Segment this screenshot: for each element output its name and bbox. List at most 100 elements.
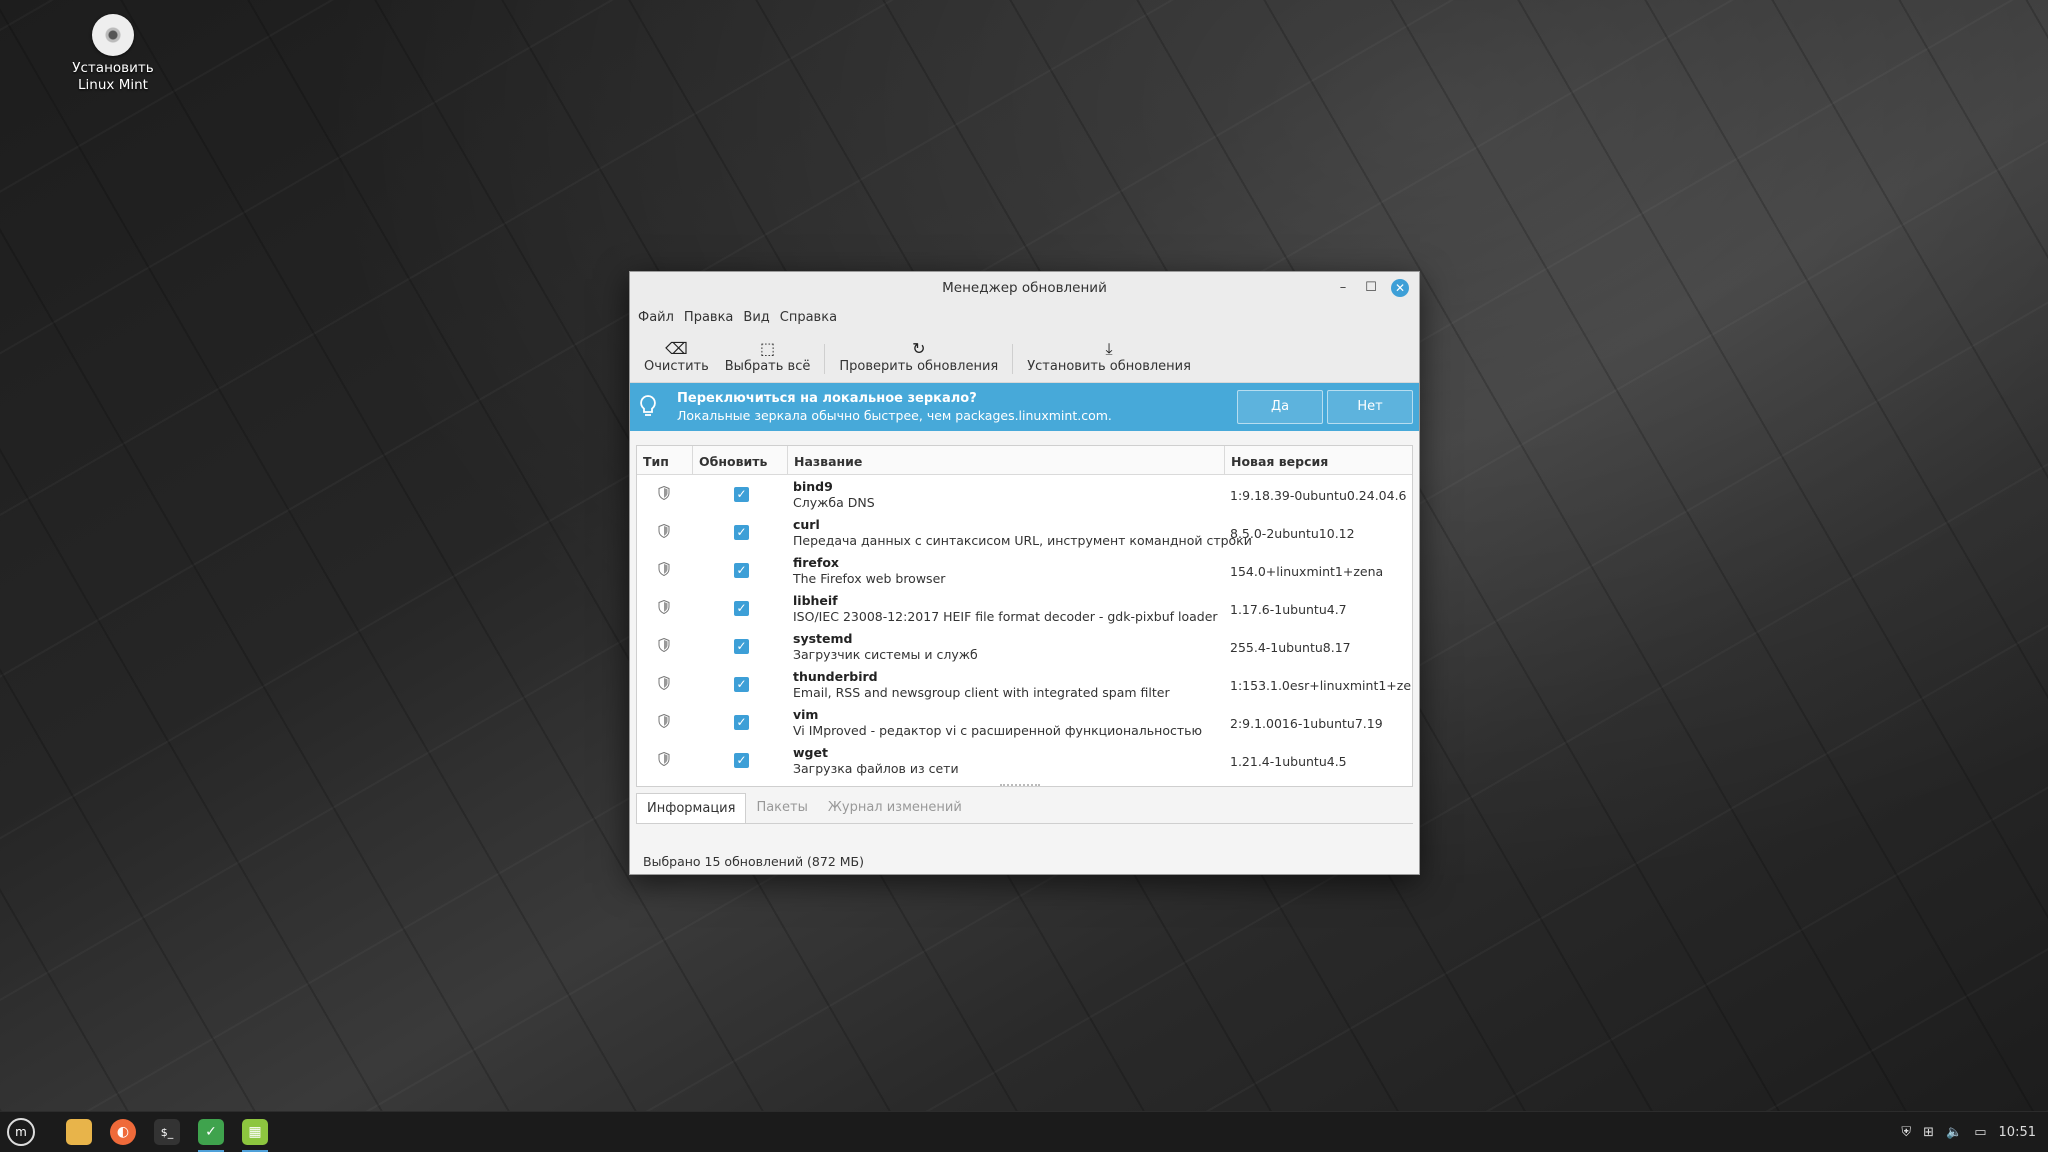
check-updates-label: Проверить обновления (839, 359, 999, 374)
taskbar-firefox[interactable]: ◐ (106, 1116, 140, 1148)
tab-info[interactable]: Информация (636, 793, 747, 823)
table-header: Тип Обновить Название Новая версия (637, 446, 1412, 475)
name-cell: curl Передача данных с синтаксисом URL, и… (788, 513, 1252, 551)
update-shield-tray-icon[interactable]: ⛨ (1901, 1125, 1911, 1140)
column-name[interactable]: Название (788, 446, 1225, 474)
details-tabs: Информация Пакеты Журнал изменений (636, 793, 1413, 824)
update-manager-window: Менеджер обновлений – ☐ ✕ Файл Правка Ви… (629, 271, 1420, 875)
clear-button[interactable]: ⌫ Очистить (636, 339, 717, 382)
mint-menu-button[interactable]: m (4, 1116, 38, 1148)
disc-icon (92, 14, 134, 56)
table-row[interactable]: ✓ bind9 Служба DNS 1:9.18.39-0ubuntu0.24.04… (637, 475, 1412, 513)
select-all-icon: ⬚ (760, 339, 776, 358)
update-checkbox[interactable]: ✓ (734, 677, 749, 692)
column-new-version[interactable]: Новая версия (1225, 446, 1412, 474)
update-checkbox[interactable]: ✓ (734, 487, 749, 502)
yes-button[interactable]: Да (1237, 390, 1323, 424)
package-version: 154.0+linuxmint1+zena (1230, 564, 1384, 579)
package-version: 8.5.0-2ubuntu10.12 (1230, 526, 1355, 541)
security-shield-icon (658, 638, 670, 652)
toolbar-separator (1012, 344, 1014, 374)
security-shield-icon (658, 524, 670, 538)
install-updates-button[interactable]: ⤓ Установить обновления (1019, 339, 1199, 382)
shield-icon: ✓ (198, 1119, 224, 1145)
close-button[interactable]: ✕ (1391, 279, 1409, 297)
folder-icon (66, 1119, 92, 1145)
table-body: ✓ bind9 Служба DNS 1:9.18.39-0ubuntu0.24.04… (637, 475, 1412, 779)
terminal-icon: $_ (154, 1119, 180, 1145)
select-all-button[interactable]: ⬚ Выбрать всё (717, 339, 819, 382)
package-name: bind9 (793, 479, 833, 494)
update-checkbox[interactable]: ✓ (734, 601, 749, 616)
menu-view[interactable]: Вид (741, 304, 777, 332)
type-cell (637, 513, 693, 551)
pane-resize-handle[interactable] (1000, 784, 1040, 790)
clear-label: Очистить (644, 359, 709, 374)
update-checkbox[interactable]: ✓ (734, 753, 749, 768)
menu-file[interactable]: Файл (636, 304, 682, 332)
table-row[interactable]: ✓ libheif ISO/IEC 23008-12:2017 HEIF file … (637, 589, 1412, 627)
menu-edit[interactable]: Правка (682, 304, 741, 332)
infobar-title: Переключиться на локальное зеркало? (677, 391, 977, 406)
taskbar-terminal[interactable]: $_ (150, 1116, 184, 1148)
volume-icon[interactable]: 🔈 (1946, 1125, 1962, 1140)
update-checkbox[interactable]: ✓ (734, 563, 749, 578)
clear-icon: ⌫ (665, 339, 688, 358)
update-checkbox[interactable]: ✓ (734, 639, 749, 654)
window-titlebar[interactable]: Менеджер обновлений – ☐ ✕ (630, 272, 1419, 304)
package-description: Передача данных с синтаксисом URL, инстр… (793, 533, 1252, 548)
taskbar-files[interactable] (62, 1116, 96, 1148)
battery-icon[interactable]: ▭ (1974, 1125, 1986, 1140)
menu-help[interactable]: Справка (778, 304, 845, 332)
updates-table: Тип Обновить Название Новая версия ✓ bind… (636, 445, 1413, 787)
update-cell: ✓ (693, 513, 788, 551)
minimize-button[interactable]: – (1335, 280, 1351, 296)
package-description: Email, RSS and newsgroup client with int… (793, 685, 1170, 700)
update-cell: ✓ (693, 741, 788, 779)
table-row[interactable]: ✓ curl Передача данных с синтаксисом URL, … (637, 513, 1412, 551)
update-checkbox[interactable]: ✓ (734, 715, 749, 730)
version-cell: 1:153.1.0esr+linuxmint1+zena (1225, 665, 1412, 703)
type-cell (637, 741, 693, 779)
select-all-label: Выбрать всё (724, 359, 811, 374)
type-cell (637, 475, 693, 513)
name-cell: firefox The Firefox web browser (788, 551, 1225, 589)
tab-packages[interactable]: Пакеты (746, 793, 817, 823)
network-icon[interactable]: ⊞ (1923, 1125, 1934, 1140)
package-description: Служба DNS (793, 495, 875, 510)
update-cell: ✓ (693, 551, 788, 589)
check-updates-button[interactable]: ↻ Проверить обновления (831, 339, 1006, 382)
taskbar-spreadsheet[interactable]: ▦ (238, 1116, 272, 1152)
window-title: Менеджер обновлений (942, 280, 1107, 296)
package-name: vim (793, 707, 819, 722)
type-cell (637, 589, 693, 627)
table-row[interactable]: ✓ wget Загрузка файлов из сети 1.21.4-1ubun… (637, 741, 1412, 779)
name-cell: bind9 Служба DNS (788, 475, 1225, 513)
column-type[interactable]: Тип (637, 446, 693, 474)
package-version: 1:9.18.39-0ubuntu0.24.04.6 (1230, 488, 1407, 503)
update-checkbox[interactable]: ✓ (734, 525, 749, 540)
menubar: Файл Правка Вид Справка (630, 304, 1419, 332)
taskbar-update-manager[interactable]: ✓ (194, 1116, 228, 1152)
package-description: Загрузчик системы и служб (793, 647, 978, 662)
name-cell: libheif ISO/IEC 23008-12:2017 HEIF file f… (788, 589, 1225, 627)
table-row[interactable]: ✓ systemd Загрузчик системы и служб 255.4-1… (637, 627, 1412, 665)
table-row[interactable]: ✓ vim Vi IMproved - редактор vi с расширен… (637, 703, 1412, 741)
no-button[interactable]: Нет (1327, 390, 1413, 424)
type-cell (637, 703, 693, 741)
table-row[interactable]: ✓ firefox The Firefox web browser 154.0+lin… (637, 551, 1412, 589)
column-update[interactable]: Обновить (693, 446, 788, 474)
package-description: The Firefox web browser (793, 571, 946, 586)
desktop-icon-install-linux-mint[interactable]: Установить Linux Mint (58, 14, 168, 94)
name-cell: vim Vi IMproved - редактор vi с расширенн… (788, 703, 1225, 741)
maximize-button[interactable]: ☐ (1363, 280, 1379, 296)
security-shield-icon (658, 562, 670, 576)
install-updates-label: Установить обновления (1027, 359, 1191, 374)
table-row[interactable]: ✓ thunderbird Email, RSS and newsgroup cli… (637, 665, 1412, 703)
mint-logo-icon: m (7, 1118, 35, 1146)
clock[interactable]: 10:51 (1999, 1125, 2036, 1140)
tab-changelog[interactable]: Журнал изменений (818, 793, 972, 823)
package-name: thunderbird (793, 669, 878, 684)
package-name: libheif (793, 593, 838, 608)
firefox-icon: ◐ (110, 1119, 136, 1145)
